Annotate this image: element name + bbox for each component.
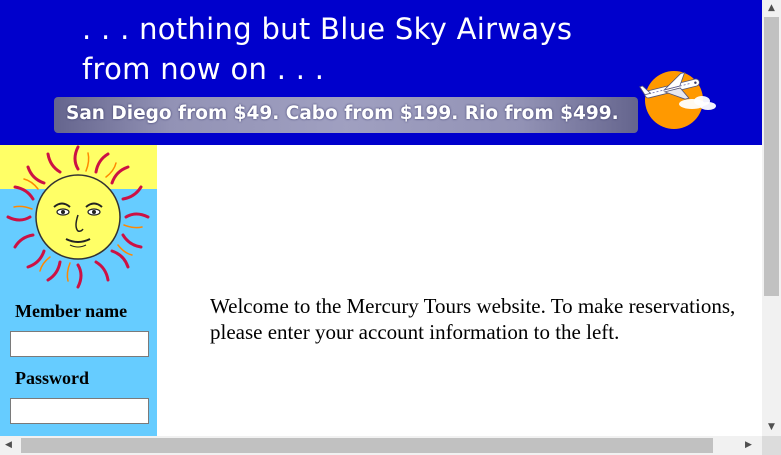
- scroll-down-arrow-icon[interactable]: ▼: [762, 419, 781, 436]
- horizontal-scroll-thumb[interactable]: [21, 438, 713, 453]
- welcome-message: Welcome to the Mercury Tours website. To…: [210, 294, 736, 344]
- header-banner: . . . nothing but Blue Sky Airways from …: [0, 0, 762, 145]
- scroll-left-arrow-icon[interactable]: ◀: [0, 436, 17, 455]
- vertical-scrollbar[interactable]: ▲ ▼: [762, 0, 781, 436]
- banner-headline-line-2: from now on . . .: [82, 52, 325, 86]
- banner-headline-line-1: . . . nothing but Blue Sky Airways: [82, 12, 573, 46]
- scroll-right-arrow-icon[interactable]: ▶: [740, 436, 757, 455]
- login-sidebar: Member name Password: [0, 145, 157, 436]
- scroll-up-arrow-icon[interactable]: ▲: [762, 0, 781, 17]
- vertical-scroll-thumb[interactable]: [764, 17, 779, 296]
- password-label: Password: [15, 368, 90, 388]
- password-input[interactable]: [10, 398, 149, 424]
- sun-face-icon: [0, 145, 157, 290]
- banner-promo-text: San Diego from $49. Cabo from $199. Rio …: [66, 103, 619, 124]
- page-viewport: . . . nothing but Blue Sky Airways from …: [0, 0, 762, 436]
- airplane-sun-logo-icon: [639, 71, 716, 129]
- member-name-label: Member name: [15, 301, 128, 321]
- scrollbar-corner: [762, 436, 781, 455]
- horizontal-scrollbar[interactable]: ◀ ▶: [0, 436, 762, 455]
- member-name-input[interactable]: [10, 331, 149, 357]
